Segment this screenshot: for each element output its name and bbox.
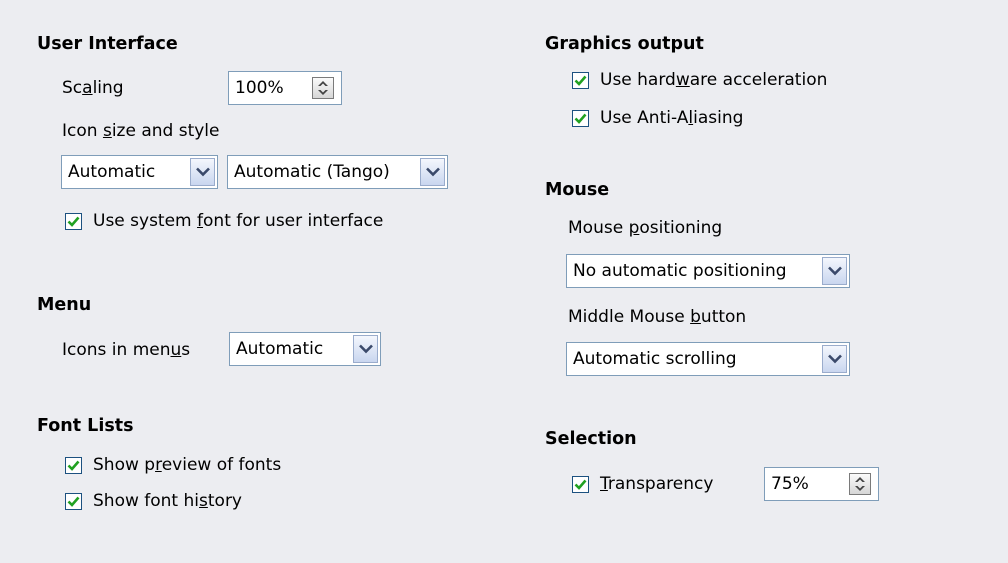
menu-heading: Menu — [37, 295, 92, 315]
transparency-spinbox[interactable]: 75% — [764, 467, 879, 501]
selection-heading: Selection — [545, 429, 637, 449]
checkmark-icon — [574, 113, 587, 124]
system-font-checkbox[interactable] — [65, 213, 82, 230]
mouse-positioning-combo[interactable]: No automatic positioning — [566, 254, 850, 288]
chevron-down-icon[interactable] — [822, 345, 847, 373]
icons-in-menus-combo[interactable]: Automatic — [229, 332, 381, 366]
mouse-positioning-value: No automatic positioning — [573, 261, 787, 281]
icon-style-value: Automatic (Tango) — [234, 162, 390, 182]
anti-aliasing-checkbox[interactable] — [572, 110, 589, 127]
chevron-down-icon[interactable] — [822, 257, 847, 285]
icon-size-style-label: Icon size and style — [62, 121, 220, 141]
show-history-checkbox[interactable] — [65, 493, 82, 510]
scaling-value: 100% — [235, 78, 284, 98]
mouse-positioning-label: Mouse positioning — [568, 218, 723, 238]
chevron-down-icon[interactable] — [420, 158, 445, 186]
middle-mouse-button-label: Middle Mouse button — [568, 307, 747, 327]
checkmark-icon — [67, 496, 80, 507]
transparency-label[interactable]: Transparency — [600, 474, 713, 494]
checkmark-icon — [67, 216, 80, 227]
hardware-acceleration-checkbox[interactable] — [572, 72, 589, 89]
font-lists-heading: Font Lists — [37, 416, 134, 436]
show-preview-label[interactable]: Show preview of fonts — [93, 455, 281, 475]
checkmark-icon — [67, 460, 80, 471]
chevron-down-icon[interactable] — [353, 335, 378, 363]
chevron-down-icon[interactable] — [190, 158, 215, 186]
icon-size-combo[interactable]: Automatic — [61, 155, 218, 189]
icon-style-combo[interactable]: Automatic (Tango) — [227, 155, 448, 189]
icons-in-menus-label: Icons in menus — [62, 340, 191, 360]
graphics-output-heading: Graphics output — [545, 34, 704, 54]
user-interface-heading: User Interface — [37, 34, 178, 54]
middle-mouse-button-combo[interactable]: Automatic scrolling — [566, 342, 850, 376]
scaling-spinbox[interactable]: 100% — [228, 71, 342, 105]
scaling-label: Scaling — [62, 78, 124, 98]
hardware-acceleration-label[interactable]: Use hardware acceleration — [600, 70, 827, 90]
system-font-label[interactable]: Use system font for user interface — [93, 211, 383, 231]
checkmark-icon — [574, 479, 587, 490]
show-history-label[interactable]: Show font history — [93, 491, 242, 511]
transparency-value: 75% — [771, 474, 809, 494]
up-down-arrows-icon[interactable] — [312, 77, 334, 99]
middle-mouse-button-value: Automatic scrolling — [573, 349, 737, 369]
anti-aliasing-label[interactable]: Use Anti-Aliasing — [600, 108, 743, 128]
transparency-checkbox[interactable] — [572, 476, 589, 493]
options-view-panel: User Interface Scaling 100% Icon size an… — [0, 0, 1008, 563]
show-preview-checkbox[interactable] — [65, 457, 82, 474]
up-down-arrows-icon[interactable] — [849, 473, 871, 495]
icon-size-value: Automatic — [68, 162, 156, 182]
checkmark-icon — [574, 75, 587, 86]
icons-in-menus-value: Automatic — [236, 339, 324, 359]
mouse-heading: Mouse — [545, 180, 610, 200]
